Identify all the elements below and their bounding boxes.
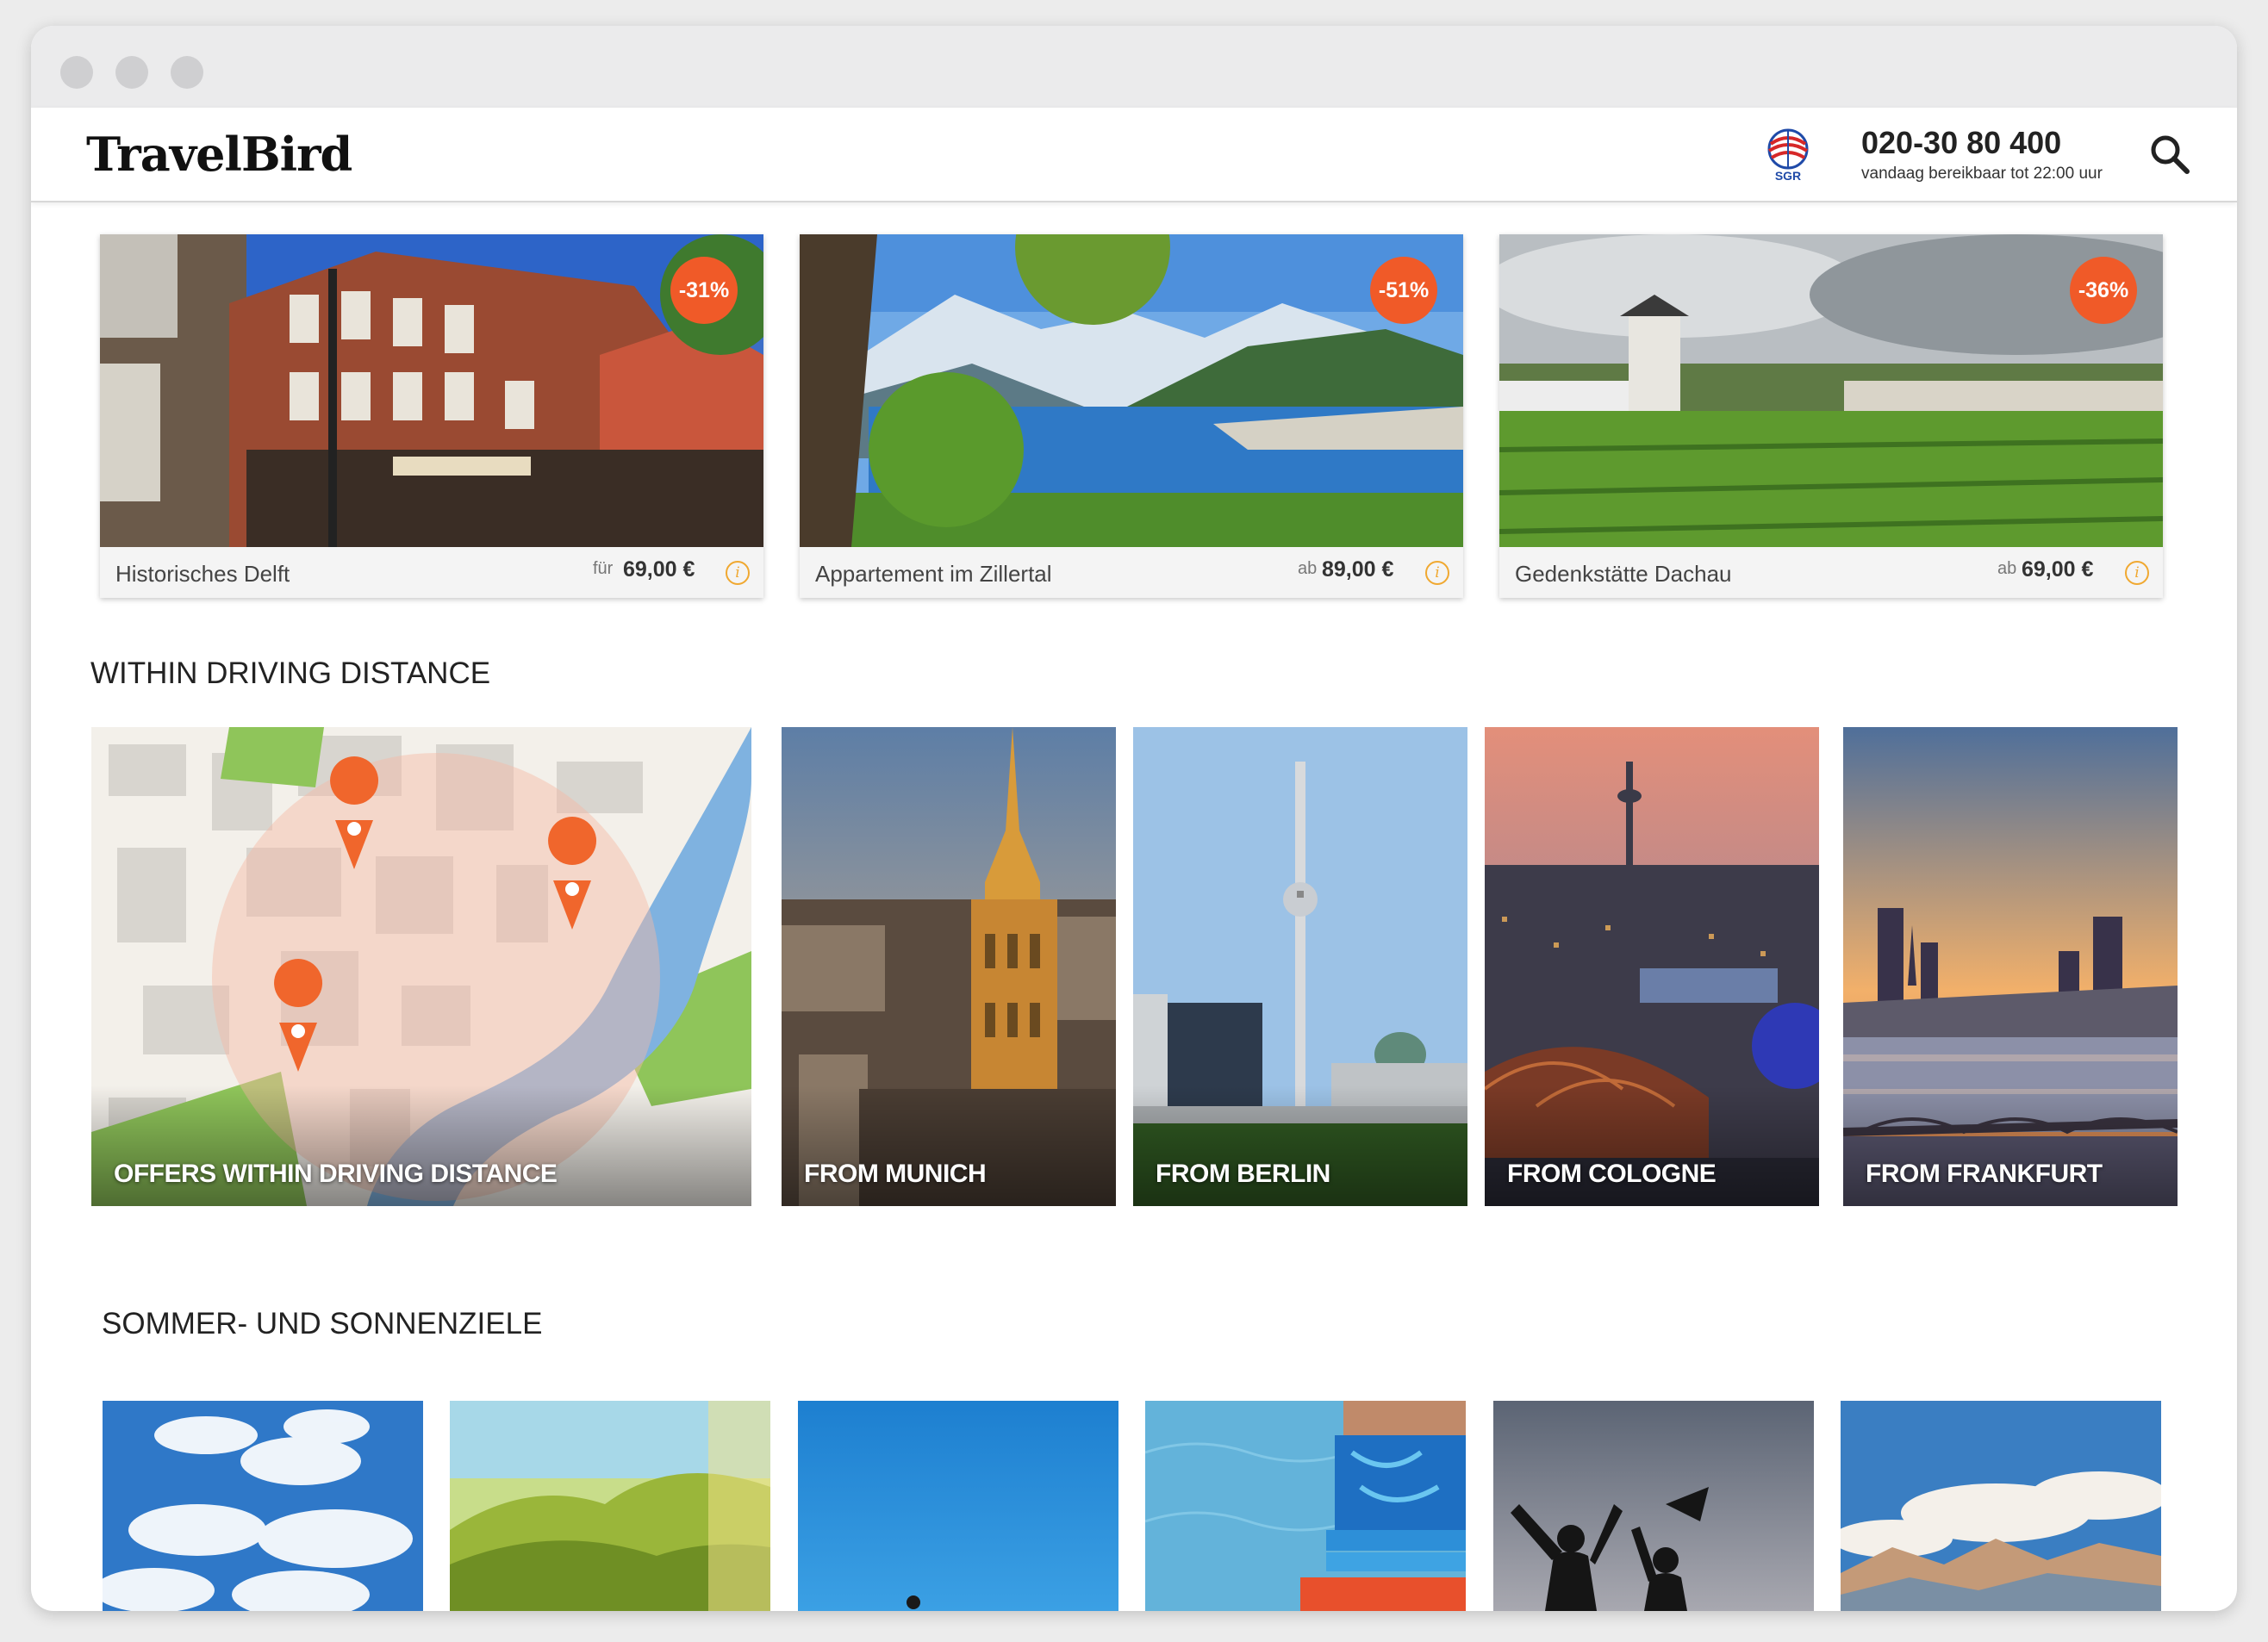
discount-badge: -31% — [670, 257, 738, 324]
window-close-button[interactable] — [60, 56, 93, 89]
deal-title: Historisches Delft — [115, 561, 290, 587]
discount-badge: -51% — [1370, 257, 1437, 324]
deal-price-prefix: ab — [1298, 559, 1318, 578]
browser-window: TravelBird SGR 020-30 80 400 vandaag ber… — [31, 26, 2237, 1611]
sgr-globe-icon: SGR — [1767, 128, 1809, 183]
logo-text: TravelBird — [86, 127, 352, 182]
summer-destination-tile[interactable] — [450, 1401, 770, 1611]
tile-from-munich[interactable]: FROM MUNICH — [782, 727, 1116, 1206]
deal-price: 89,00 € — [1322, 557, 1394, 582]
deal-caption: Historisches Delft für 69,00 € i — [100, 547, 763, 598]
sgr-text: SGR — [1775, 169, 1801, 183]
info-icon[interactable]: i — [726, 561, 750, 585]
deal-card[interactable]: -31% Historisches Delft für 69,00 € i — [100, 234, 763, 598]
pool-towels-photo — [1145, 1401, 1466, 1611]
phone-availability: vandaag bereikbaar tot 22:00 uur — [1861, 165, 2103, 183]
deal-image — [100, 234, 763, 547]
deal-price-prefix: für — [593, 559, 614, 578]
deal-card[interactable]: -51% Appartement im Zillertal ab 89,00 €… — [800, 234, 1463, 598]
tile-label: FROM MUNICH — [804, 1160, 987, 1188]
summer-destination-tile[interactable] — [1841, 1401, 2161, 1611]
section-heading-driving: WITHIN DRIVING DISTANCE — [90, 656, 491, 690]
deal-price: 69,00 € — [623, 557, 695, 582]
tile-driving-distance[interactable]: OFFERS WITHIN DRIVING DISTANCE — [91, 727, 751, 1206]
site-header: TravelBird SGR 020-30 80 400 vandaag ber… — [31, 108, 2237, 202]
browser-titlebar — [31, 26, 2237, 109]
discount-badge: -36% — [2070, 257, 2137, 324]
section-heading-summer: SOMMER- UND SONNENZIELE — [102, 1307, 543, 1340]
tile-label: OFFERS WITHIN DRIVING DISTANCE — [114, 1160, 558, 1188]
deal-title: Gedenkstätte Dachau — [1515, 561, 1732, 587]
deal-caption: Gedenkstätte Dachau ab 69,00 € i — [1499, 547, 2163, 598]
search-icon[interactable] — [2147, 132, 2192, 177]
window-minimize-button[interactable] — [115, 56, 148, 89]
blue-sky-photo — [798, 1401, 1118, 1611]
hills-photo — [450, 1401, 770, 1611]
clouds-photo — [103, 1401, 423, 1611]
tile-label: FROM COLOGNE — [1507, 1160, 1717, 1188]
summer-destination-tile[interactable] — [1145, 1401, 1466, 1611]
info-icon[interactable]: i — [2125, 561, 2149, 585]
phone-number[interactable]: 020-30 80 400 — [1861, 125, 2061, 161]
travelbird-logo[interactable]: TravelBird — [86, 127, 352, 182]
summer-destination-tile[interactable] — [798, 1401, 1118, 1611]
tile-from-frankfurt[interactable]: FROM FRANKFURT — [1843, 727, 2178, 1206]
deal-image — [800, 234, 1463, 547]
summer-destination-tile[interactable] — [103, 1401, 423, 1611]
dancers-silhouette-photo — [1493, 1401, 1814, 1611]
tile-from-berlin[interactable]: FROM BERLIN — [1133, 727, 1467, 1206]
tile-label: FROM BERLIN — [1156, 1160, 1330, 1188]
mountains-photo — [1841, 1401, 2161, 1611]
deal-caption: Appartement im Zillertal ab 89,00 € i — [800, 547, 1463, 598]
deal-title: Appartement im Zillertal — [815, 561, 1052, 587]
summer-destination-tile[interactable] — [1493, 1401, 1814, 1611]
tile-from-cologne[interactable]: FROM COLOGNE — [1485, 727, 1819, 1206]
window-maximize-button[interactable] — [171, 56, 203, 89]
deal-image — [1499, 234, 2163, 547]
tile-label: FROM FRANKFURT — [1866, 1160, 2103, 1188]
deal-price: 69,00 € — [2022, 557, 2094, 582]
deal-card[interactable]: -36% Gedenkstätte Dachau ab 69,00 € i — [1499, 234, 2163, 598]
deal-price-prefix: ab — [1997, 559, 2017, 578]
info-icon[interactable]: i — [1425, 561, 1449, 585]
